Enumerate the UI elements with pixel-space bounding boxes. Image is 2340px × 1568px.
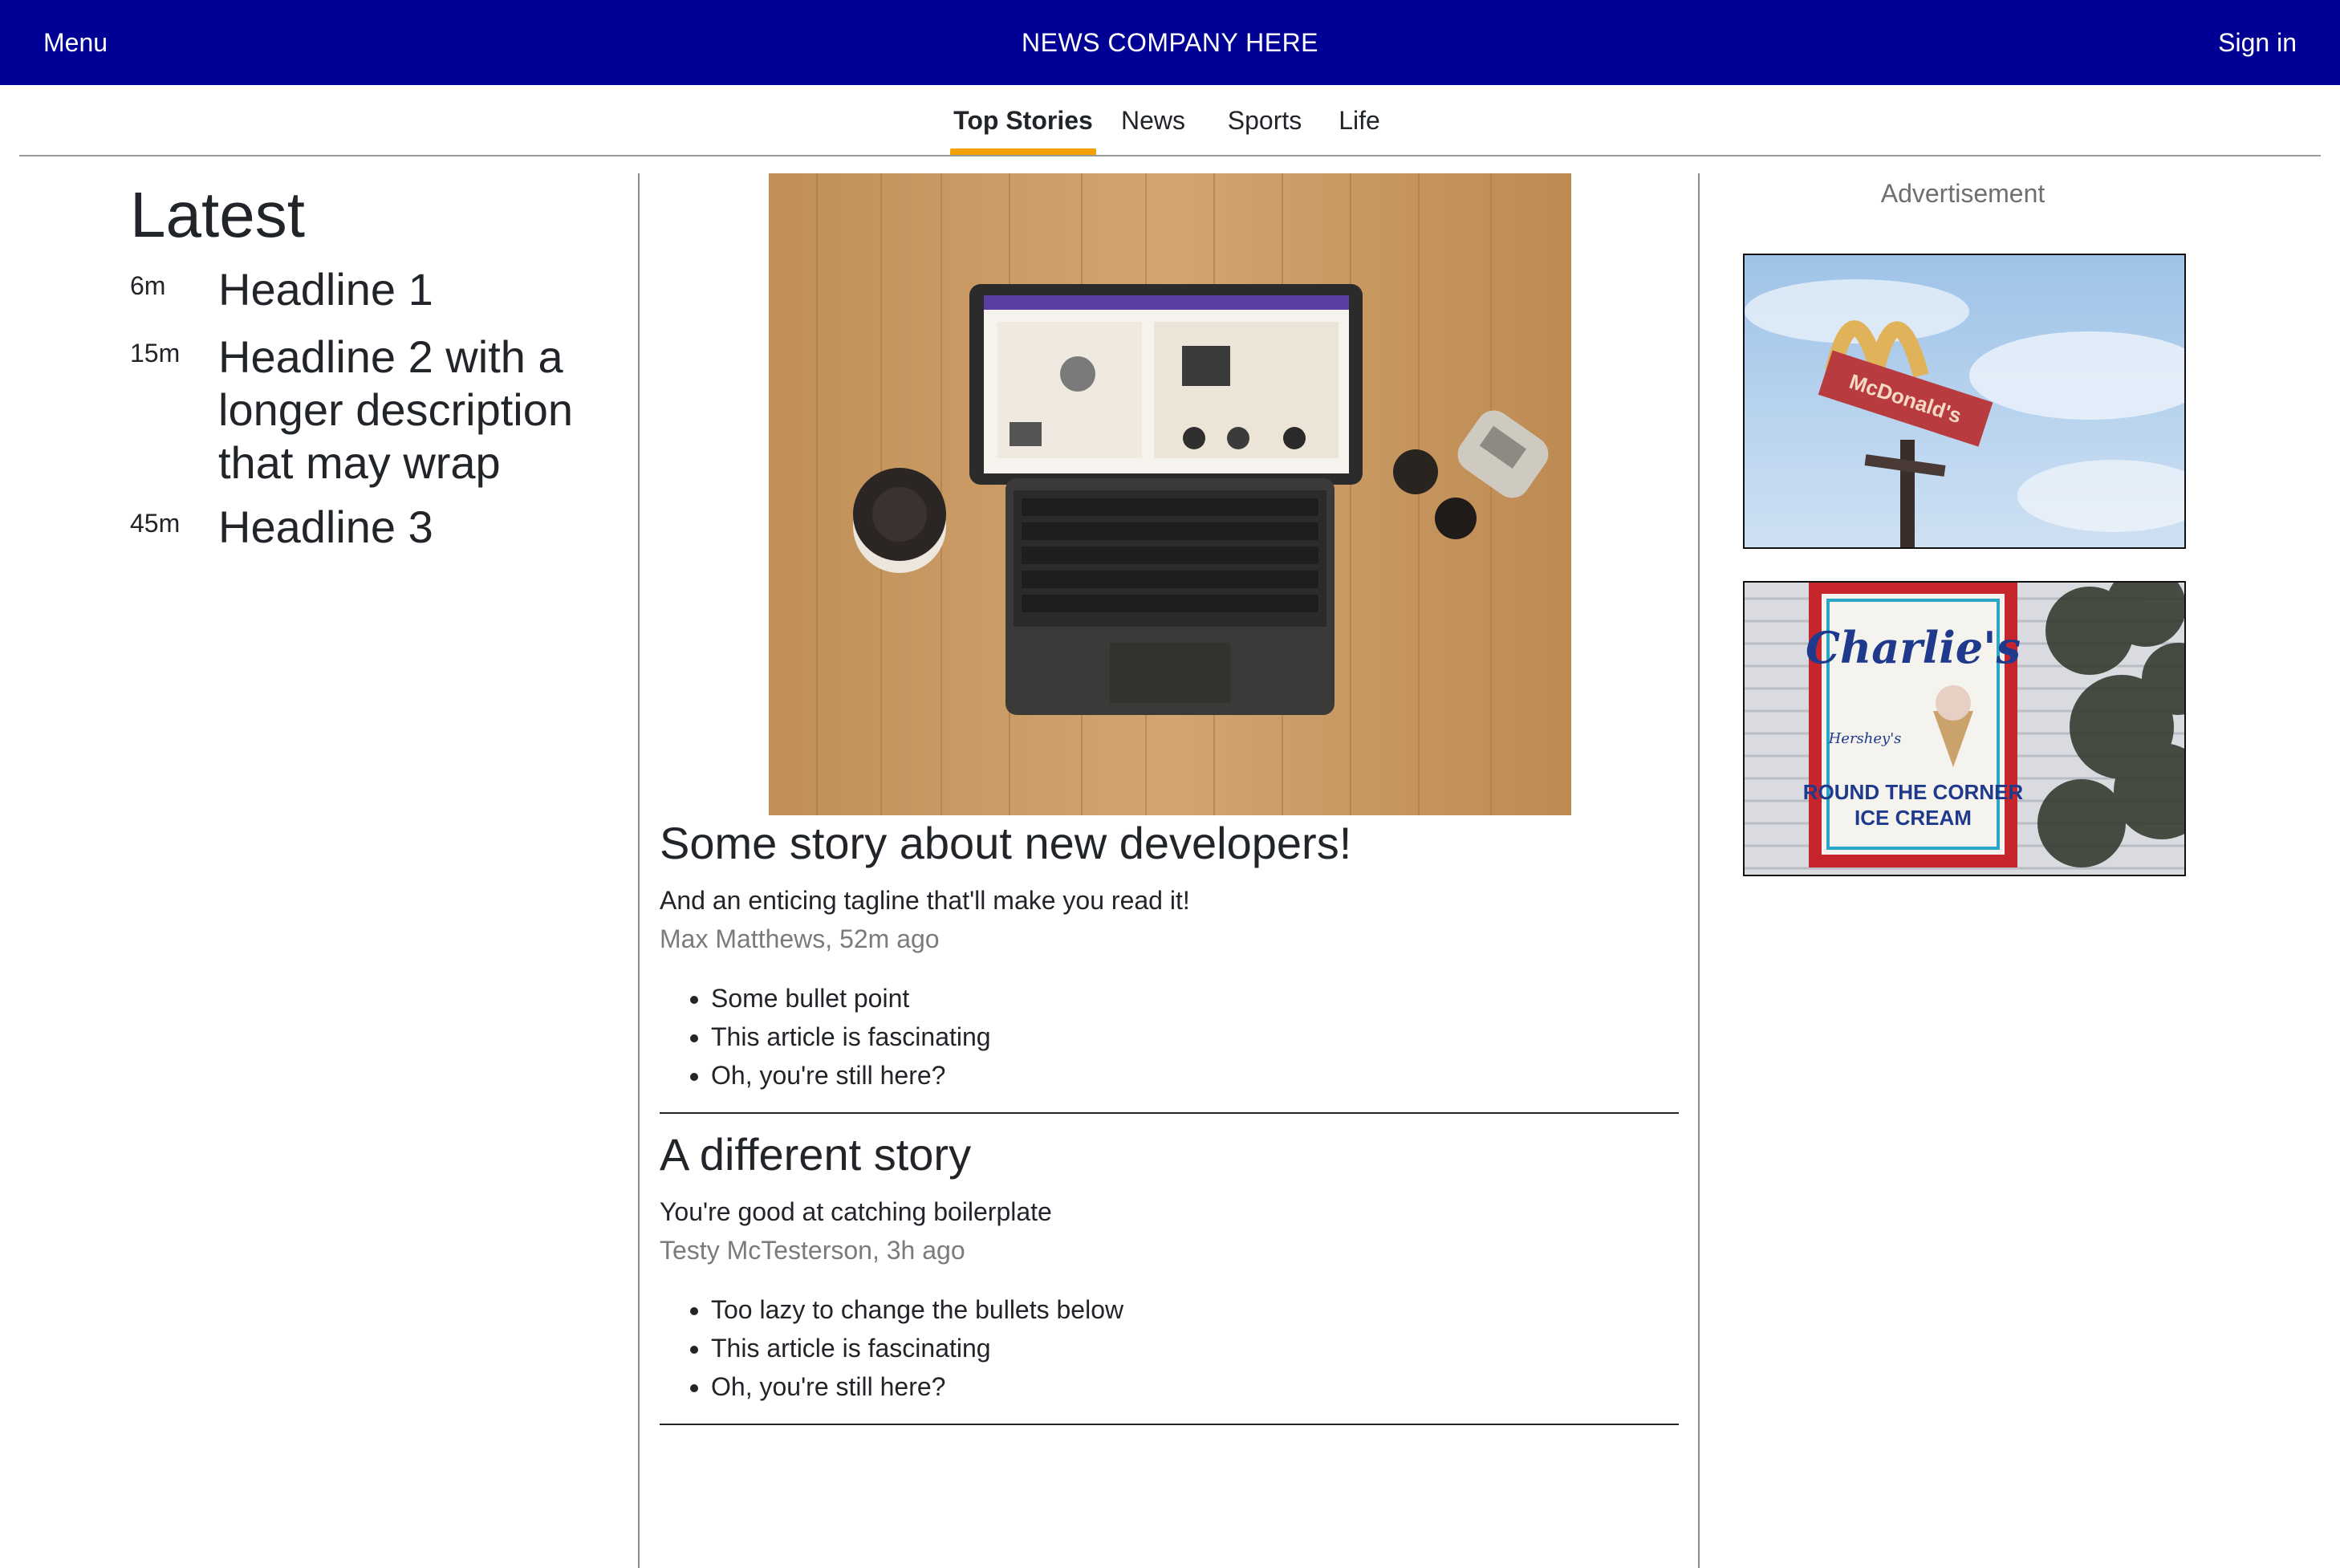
story-tagline: And an enticing tagline that'll make you… — [660, 886, 1190, 915]
brand-title: NEWS COMPANY HERE — [1021, 28, 1319, 57]
section-tabs: Top Stories News Sports Life — [0, 85, 2340, 156]
ad-banner-mcdonalds[interactable]: McDonald's — [1743, 254, 2186, 549]
laptop-desk-photo — [769, 173, 1571, 815]
tab-life[interactable]: Life — [1319, 106, 1400, 156]
story-bullet: Oh, you're still here? — [711, 1056, 1679, 1095]
story-card: A different story You're good at catchin… — [660, 1127, 1679, 1425]
story-bullet: Oh, you're still here? — [711, 1367, 1679, 1406]
hero-image[interactable] — [769, 173, 1571, 815]
latest-headline-link[interactable]: Headline 1 — [218, 263, 620, 316]
tab-top-stories[interactable]: Top Stories — [950, 106, 1096, 156]
latest-heading: Latest — [130, 179, 305, 250]
story-bullet: This article is fascinating — [711, 1329, 1679, 1367]
ad-sign-subtext-2: ICE CREAM — [1855, 806, 1972, 830]
mcdonalds-sign-photo: McDonald's — [1745, 255, 2184, 547]
latest-item: 6m Headline 1 — [130, 263, 620, 316]
story-bullet: Some bullet point — [711, 979, 1679, 1018]
story-byline: Max Matthews, 52m ago — [660, 924, 940, 953]
column-divider-left — [638, 173, 640, 1568]
story-card: Some story about new developers! And an … — [660, 815, 1679, 1114]
ice-cream-sign-photo: Charlie's Hershey's ROUND THE CORNER ICE… — [1745, 583, 2184, 875]
tabs-divider — [19, 155, 2321, 156]
ad-banner-charlies[interactable]: Charlie's Hershey's ROUND THE CORNER ICE… — [1743, 581, 2186, 876]
sign-in-button[interactable]: Sign in — [2218, 0, 2297, 85]
story-byline: Testy McTesterson, 3h ago — [660, 1236, 965, 1265]
latest-time: 45m — [130, 509, 181, 538]
story-divider — [660, 1112, 1679, 1114]
latest-headline-link[interactable]: Headline 3 — [218, 501, 620, 554]
tab-sports[interactable]: Sports — [1210, 106, 1319, 156]
latest-time: 6m — [130, 271, 166, 300]
latest-item: 45m Headline 3 — [130, 501, 620, 554]
ad-sign-title: Charlie's — [1806, 622, 2021, 673]
ad-sign-script: Hershey's — [1828, 730, 1902, 747]
story-bullets: Some bullet point This article is fascin… — [660, 979, 1679, 1095]
story-title-link[interactable]: A different story — [660, 1127, 1679, 1183]
story-divider — [660, 1424, 1679, 1425]
story-bullets: Too lazy to change the bullets below Thi… — [660, 1290, 1679, 1406]
story-title-link[interactable]: Some story about new developers! — [660, 815, 1679, 871]
menu-button[interactable]: Menu — [43, 0, 108, 85]
latest-item: 15m Headline 2 with a longer description… — [130, 331, 620, 489]
advertisement-label: Advertisement — [1880, 179, 2045, 208]
top-bar: Menu NEWS COMPANY HERE Sign in — [0, 0, 2340, 85]
tab-news[interactable]: News — [1096, 106, 1210, 156]
story-bullet: Too lazy to change the bullets below — [711, 1290, 1679, 1329]
story-bullet: This article is fascinating — [711, 1018, 1679, 1056]
story-tagline: You're good at catching boilerplate — [660, 1197, 1052, 1226]
ad-sign-subtext: ROUND THE CORNER — [1803, 780, 2024, 804]
column-divider-right — [1698, 173, 1700, 1568]
latest-headline-link[interactable]: Headline 2 with a longer description tha… — [218, 331, 620, 489]
latest-time: 15m — [130, 339, 181, 368]
